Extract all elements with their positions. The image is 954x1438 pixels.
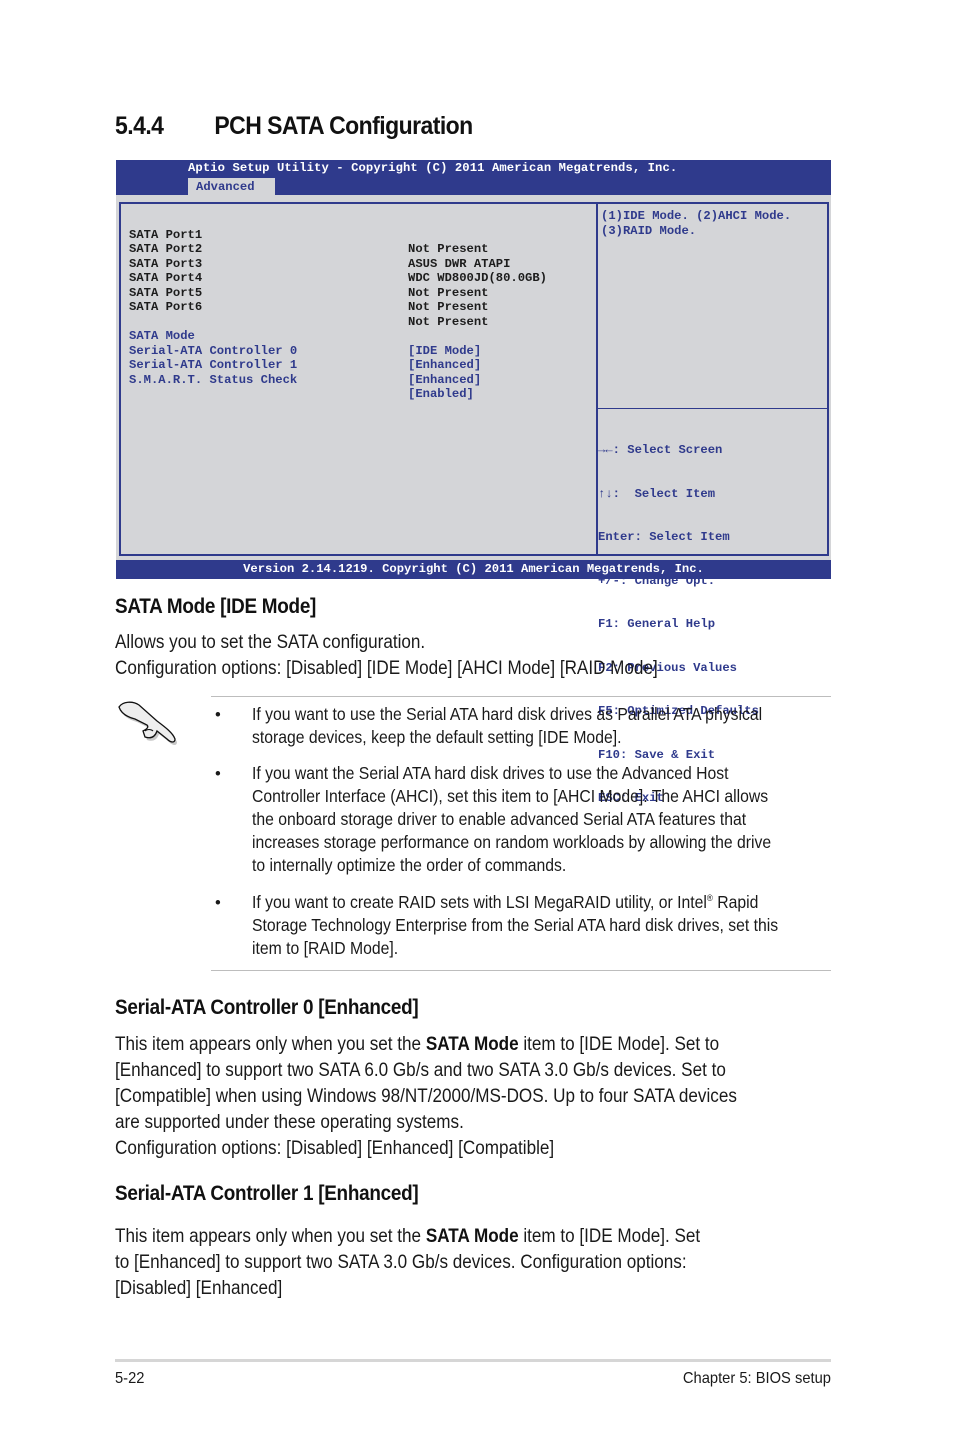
bullet-line: increases storage performance on random … [252, 832, 772, 852]
bullet-line: item to [RAID Mode]. [252, 938, 399, 958]
controller1-heading: Serial-ATA Controller 1 [Enhanced] [115, 1182, 419, 1205]
bios-settings-panel: SATA Port1 Not Present SATA Port2 ASUS D… [119, 202, 598, 556]
section-title-text: PCH SATA Configuration [214, 112, 473, 140]
setting-value[interactable]: [Enhanced] [408, 373, 481, 388]
note-bullet-raid: If you want to create RAID sets with LSI… [252, 891, 778, 960]
pointing-hand-icon [118, 701, 177, 745]
bullet-line: If you want to use the Serial ATA hard d… [252, 704, 763, 724]
section-title: 5.4.4 PCH SATA Configuration [115, 112, 473, 141]
bullet-line: the onboard storage driver to enable adv… [252, 809, 747, 829]
description-line: This item appears only when you set the … [115, 1032, 737, 1058]
description-bold: SATA Mode [425, 1034, 519, 1055]
description-line: Configuration options: [Disabled] [Enhan… [115, 1138, 555, 1159]
description-line: Allows you to set the SATA configuration… [115, 632, 426, 653]
bios-title: Aptio Setup Utility - Copyright (C) 2011… [188, 161, 678, 175]
bios-help-panel: (1)IDE Mode. (2)AHCI Mode. (3)RAID Mode. … [596, 202, 829, 805]
bios-help-text: (1)IDE Mode. (2)AHCI Mode. (3)RAID Mode. [601, 209, 791, 238]
port-value: Not Present [408, 300, 489, 314]
section-number: 5.4.4 [115, 112, 164, 140]
bullet-line: Storage Technology Enterprise from the S… [252, 915, 779, 935]
help-line: (3)RAID Mode. [601, 223, 697, 238]
bios-info-row: SATA Port6 Not Present [129, 286, 488, 329]
port-value: ASUS DWR ATAPI [408, 256, 511, 271]
controller1-description: This item appears only when you set the … [115, 1224, 700, 1302]
bullet-line: If you want the Serial ATA hard disk dri… [252, 763, 729, 783]
bios-setting-controller-0[interactable]: Serial-ATA Controller 0 [Enhanced] [129, 329, 481, 373]
controller0-description: This item appears only when you set the … [115, 1032, 737, 1162]
note-bullet-ahci: If you want the Serial ATA hard disk dri… [252, 762, 771, 877]
description-line: Configuration options: [Disabled] [IDE M… [115, 658, 658, 679]
bullet-line: Controller Interface (AHCI), set this it… [252, 786, 769, 806]
bios-footer: Version 2.14.1219. Copyright (C) 2011 Am… [116, 560, 831, 579]
page-number: 5-22 [115, 1370, 145, 1387]
footer-rule [115, 1359, 831, 1362]
port-value: Not Present [408, 314, 489, 329]
setting-value[interactable]: [Enabled] [408, 387, 474, 402]
setting-label: S.M.A.R.T. Status Check [129, 372, 298, 387]
tab-advanced[interactable]: Advanced [188, 178, 275, 195]
description-line: [Compatible] when using Windows 98/NT/20… [115, 1086, 737, 1107]
bios-info-row: SATA Port1 Not Present [129, 213, 488, 257]
key-help-line: ↑↓: Select Item [598, 486, 716, 501]
setting-value[interactable]: [Enhanced] [408, 358, 481, 373]
port-value: WDC WD800JD(80.0GB) [408, 271, 547, 285]
controller0-heading: Serial-ATA Controller 0 [Enhanced] [115, 996, 419, 1019]
bios-info-row: SATA Port2 ASUS DWR ATAPI [129, 228, 510, 271]
bullet-marker: • [215, 894, 221, 912]
note-bullet-ide: If you want to use the Serial ATA hard d… [252, 703, 762, 749]
bios-setting-sata-mode[interactable]: SATA Mode [IDE Mode] [129, 315, 481, 358]
help-line: (1)IDE Mode. (2)AHCI Mode. [601, 209, 792, 223]
bullet-line: If you want to create RAID sets with LSI… [252, 891, 778, 914]
port-value: Not Present [408, 242, 489, 256]
port-value: Not Present [408, 285, 489, 300]
bullet-marker: • [215, 706, 221, 724]
help-divider [598, 408, 827, 409]
description-line: are supported under these operating syst… [115, 1112, 464, 1133]
key-help-line: →←: Select Screen [598, 443, 723, 457]
chapter-label: Chapter 5: BIOS setup [682, 1370, 831, 1387]
bios-setting-smart-check[interactable]: S.M.A.R.T. Status Check [Enabled] [129, 358, 474, 402]
bios-info-row: SATA Port4 Not Present [129, 257, 488, 300]
bios-info-row: SATA Port5 Not Present [129, 271, 488, 315]
description-text: This item appears only when you set the [115, 1034, 426, 1055]
setting-value[interactable]: [IDE Mode] [408, 344, 481, 359]
description-line: This item appears only when you set the … [115, 1224, 700, 1250]
bios-info-row: SATA Port3 WDC WD800JD(80.0GB) [129, 242, 547, 286]
note-bottom-rule [211, 970, 831, 971]
note-top-rule [211, 696, 831, 697]
bios-screen: Aptio Setup Utility - Copyright (C) 2011… [116, 160, 831, 805]
description-text: item to [IDE Mode]. Set to [518, 1034, 720, 1055]
port-label: SATA Port6 [129, 300, 203, 314]
sata-mode-description: Allows you to set the SATA configuration… [115, 630, 658, 682]
sata-mode-heading: SATA Mode [IDE Mode] [115, 595, 317, 618]
bullet-line: storage devices, keep the default settin… [252, 727, 622, 747]
key-help-line: F10: Save & Exit [598, 747, 716, 762]
description-line: to [Enhanced] to support two SATA 3.0 Gb… [115, 1252, 687, 1273]
bullet-line: to internally optimize the order of comm… [252, 855, 567, 875]
description-text: This item appears only when you set the [115, 1226, 426, 1247]
description-line: [Enhanced] to support two SATA 6.0 Gb/s … [115, 1060, 726, 1081]
bios-setting-controller-1[interactable]: Serial-ATA Controller 1 [Enhanced] [129, 344, 481, 387]
description-bold: SATA Mode [425, 1226, 519, 1247]
description-line: [Disabled] [Enhanced] [115, 1278, 283, 1299]
bullet-line-text: Rapid [712, 892, 759, 912]
bullet-line-text: If you want to create RAID sets with LSI… [252, 892, 707, 912]
key-help-line: Enter: Select Item [598, 530, 730, 544]
bios-header: Aptio Setup Utility - Copyright (C) 2011… [116, 160, 831, 195]
bullet-marker: • [215, 765, 221, 783]
description-text: item to [IDE Mode]. Set [518, 1226, 701, 1247]
